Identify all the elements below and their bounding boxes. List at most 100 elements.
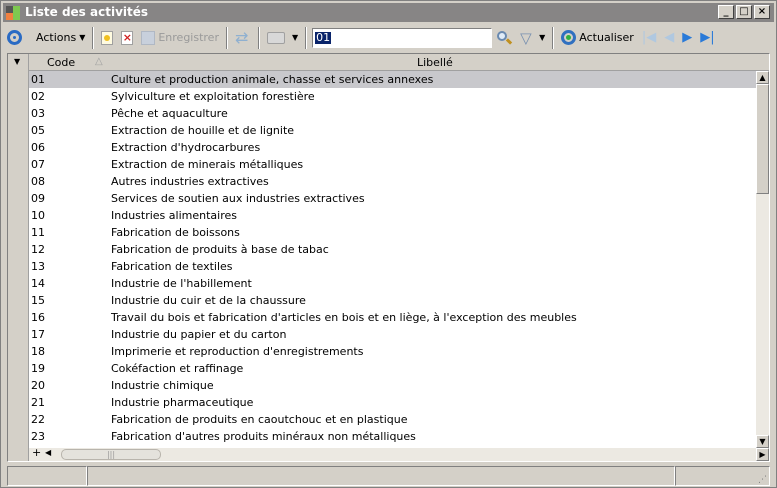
- horizontal-scroll-thumb[interactable]: |||: [61, 449, 161, 460]
- cell-code: 17: [31, 328, 45, 341]
- sync-button[interactable]: ⇄: [231, 26, 255, 50]
- chevron-down-icon: ▼: [539, 33, 546, 42]
- cell-code: 19: [31, 362, 45, 375]
- add-row-button[interactable]: +: [32, 446, 41, 459]
- refresh-button[interactable]: Actualiser: [557, 26, 638, 50]
- actions-menu-button[interactable]: Actions ▼: [32, 26, 89, 50]
- cell-code: 15: [31, 294, 45, 307]
- next-record-button[interactable]: ▶: [678, 26, 696, 50]
- table-row[interactable]: 09 Services de soutien aux industries ext…: [29, 190, 756, 207]
- table-row[interactable]: 14 Industrie de l'habillement: [29, 275, 756, 292]
- column-chooser-icon[interactable]: ▼: [14, 57, 20, 66]
- cell-code: 13: [31, 260, 45, 273]
- first-icon: |◀: [641, 30, 657, 45]
- table-row[interactable]: 19 Cokéfaction et raffinage: [29, 360, 756, 377]
- search-input[interactable]: 01: [312, 27, 493, 48]
- horizontal-scrollbar[interactable]: + ◀ ||| ▶: [29, 446, 769, 461]
- table-row[interactable]: 10 Industries alimentaires: [29, 207, 756, 224]
- next-icon: ▶: [682, 30, 693, 45]
- cell-label: Industrie pharmaceutique: [111, 396, 254, 409]
- cell-code: 05: [31, 124, 45, 137]
- table-row[interactable]: 20 Industrie chimique: [29, 377, 756, 394]
- search-button[interactable]: [492, 26, 516, 50]
- save-icon: [141, 30, 156, 45]
- save-button[interactable]: Enregistrer: [137, 26, 223, 50]
- new-document-icon: [101, 30, 114, 45]
- table-row[interactable]: 03 Pêche et aquaculture: [29, 105, 756, 122]
- delete-icon: ×: [121, 30, 134, 45]
- scroll-left-button[interactable]: ◀: [45, 448, 51, 457]
- separator: [305, 26, 308, 49]
- app-logo-icon: [6, 6, 20, 20]
- cell-code: 02: [31, 90, 45, 103]
- cell-code: 07: [31, 158, 45, 171]
- table-row[interactable]: 11 Fabrication de boissons: [29, 224, 756, 241]
- separator: [552, 26, 555, 49]
- cell-label: Industrie du papier et du carton: [111, 328, 287, 341]
- actions-label: Actions: [36, 31, 77, 44]
- maximize-button[interactable]: □: [736, 5, 752, 19]
- cell-label: Pêche et aquaculture: [111, 107, 228, 120]
- scroll-thumb[interactable]: [756, 84, 769, 194]
- column-header-code[interactable]: Code: [47, 56, 75, 69]
- row-indicator-column: ▼: [8, 54, 29, 461]
- cell-code: 03: [31, 107, 45, 120]
- table-row[interactable]: 13 Fabrication de textiles: [29, 258, 756, 275]
- cell-code: 20: [31, 379, 45, 392]
- cell-label: Cokéfaction et raffinage: [111, 362, 244, 375]
- cell-code: 23: [31, 430, 45, 443]
- table-row[interactable]: 15 Industrie du cuir et de la chaussure: [29, 292, 756, 309]
- table-row[interactable]: 23 Fabrication d'autres produits minéraux…: [29, 428, 756, 445]
- print-button[interactable]: ▼: [263, 26, 302, 50]
- cell-code: 11: [31, 226, 45, 239]
- delete-button[interactable]: ×: [117, 26, 137, 50]
- minimize-button[interactable]: _: [718, 5, 734, 19]
- table-row[interactable]: 06 Extraction d'hydrocarbures: [29, 139, 756, 156]
- table-row[interactable]: 02 Sylviculture et exploitation forestièr…: [29, 88, 756, 105]
- cell-label: Industrie de l'habillement: [111, 277, 252, 290]
- cell-label: Industries alimentaires: [111, 209, 237, 222]
- table-row[interactable]: 18 Imprimerie et reproduction d'enregistr…: [29, 343, 756, 360]
- previous-record-button[interactable]: ◀: [660, 26, 678, 50]
- filter-button[interactable]: ▽ ▼: [516, 26, 549, 50]
- scroll-right-button[interactable]: ▶: [756, 448, 769, 461]
- column-header-label[interactable]: Libellé: [417, 56, 453, 69]
- scroll-down-button[interactable]: ▼: [756, 435, 769, 448]
- table-row[interactable]: 08 Autres industries extractives: [29, 173, 756, 190]
- separator: [257, 26, 260, 49]
- navigation-button[interactable]: [3, 26, 26, 50]
- table-row[interactable]: 05 Extraction de houille et de lignite: [29, 122, 756, 139]
- cell-code: 08: [31, 175, 45, 188]
- table-row[interactable]: 07 Extraction de minerais métalliques: [29, 156, 756, 173]
- cell-code: 22: [31, 413, 45, 426]
- cell-label: Extraction de minerais métalliques: [111, 158, 304, 171]
- toolbar: Actions ▼ × Enregistrer ⇄ ▼ 01 ▽ ▼ Actuali…: [3, 24, 774, 51]
- filter-icon: ▽: [520, 28, 532, 47]
- status-panel: [87, 466, 675, 486]
- last-record-button[interactable]: ▶|: [696, 26, 718, 50]
- window-title: Liste des activités: [25, 5, 149, 19]
- scroll-up-button[interactable]: ▲: [756, 71, 769, 84]
- table-row[interactable]: 21 Industrie pharmaceutique: [29, 394, 756, 411]
- first-record-button[interactable]: |◀: [638, 26, 660, 50]
- table-row[interactable]: 22 Fabrication de produits en caoutchouc …: [29, 411, 756, 428]
- target-icon: [7, 30, 22, 45]
- new-button[interactable]: [97, 26, 117, 50]
- table-row[interactable]: 01 Culture et production animale, chasse …: [29, 71, 756, 88]
- close-button[interactable]: ×: [754, 5, 770, 19]
- printer-icon: [266, 31, 285, 44]
- table-row[interactable]: 16 Travail du bois et fabrication d'artic…: [29, 309, 756, 326]
- table-row[interactable]: 17 Industrie du papier et du carton: [29, 326, 756, 343]
- cell-label: Fabrication de textiles: [111, 260, 233, 273]
- cell-label: Imprimerie et reproduction d'enregistrem…: [111, 345, 364, 358]
- resize-grip-icon[interactable]: ⋰: [758, 475, 767, 485]
- grid-header: Code △ Libellé: [29, 54, 769, 71]
- cell-code: 16: [31, 311, 45, 324]
- cell-code: 21: [31, 396, 45, 409]
- sync-icon: ⇄: [234, 27, 249, 47]
- search-icon: [496, 30, 513, 46]
- table-row[interactable]: 12 Fabrication de produits à base de taba…: [29, 241, 756, 258]
- vertical-scrollbar[interactable]: ▲ ▼: [756, 71, 769, 448]
- refresh-icon: [561, 30, 577, 45]
- save-label: Enregistrer: [158, 31, 219, 44]
